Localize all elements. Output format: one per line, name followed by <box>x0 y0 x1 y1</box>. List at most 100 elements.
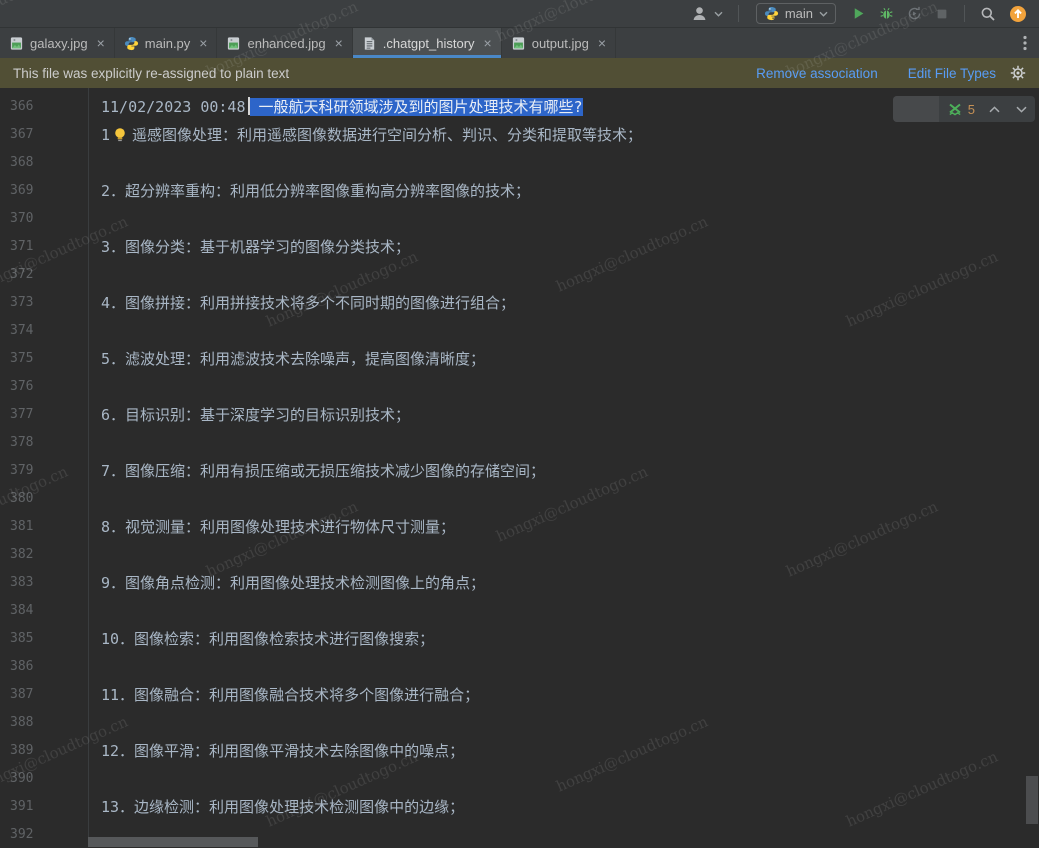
line-content: 4．图像拼接：利用拼接技术将多个不同时期的图像进行组合； <box>88 292 515 313</box>
banner-settings-button[interactable] <box>1010 65 1026 81</box>
tab-label: enhanced.jpg <box>247 36 325 51</box>
intention-bulb-icon[interactable] <box>113 127 127 143</box>
tab-label: galaxy.jpg <box>30 36 88 51</box>
editor-line[interactable]: 388 <box>0 708 1039 736</box>
main-toolbar: main <box>0 0 1039 28</box>
line-number: 389 <box>0 736 88 764</box>
editor-line[interactable]: 370 <box>0 204 1039 232</box>
editor-line[interactable]: 380 <box>0 484 1039 512</box>
editor-line[interactable]: 376 <box>0 372 1039 400</box>
user-menu-button[interactable] <box>689 4 725 23</box>
next-match-button[interactable] <box>1008 106 1035 113</box>
toolbar-separator <box>964 5 965 22</box>
debug-button[interactable] <box>877 5 896 22</box>
close-icon[interactable]: × <box>335 36 343 50</box>
line-number: 391 <box>0 792 88 820</box>
code-text: 11/02/2023 00:48 <box>101 98 246 116</box>
partial-next-line-block <box>88 837 258 847</box>
editor-line[interactable]: 3713．图像分类：基于机器学习的图像分类技术； <box>0 232 1039 260</box>
ide-update-button[interactable] <box>1007 4 1029 24</box>
editor-line[interactable]: 372 <box>0 260 1039 288</box>
code-text: 11．图像融合：利用图像融合技术将多个图像进行融合； <box>101 686 479 704</box>
editor-line[interactable]: 382 <box>0 540 1039 568</box>
search-everywhere-button[interactable] <box>978 5 998 23</box>
editor-line[interactable]: 3776．目标识别：基于深度学习的目标识别技术； <box>0 400 1039 428</box>
run-config-label: main <box>785 6 813 21</box>
tab-chatgpt_history[interactable]: .chatgpt_history × <box>353 28 502 58</box>
editor-line[interactable]: 375 5．滤波处理：利用滤波技术去除噪声，提高图像清晰度； <box>0 344 1039 372</box>
tab-enhanced-jpg[interactable]: enhanced.jpg × <box>217 28 352 58</box>
editor-line[interactable]: 387 11．图像融合：利用图像融合技术将多个图像进行融合； <box>0 680 1039 708</box>
python-icon <box>764 6 779 21</box>
code-text: 10．图像检索：利用图像检索技术进行图像搜索； <box>101 630 434 648</box>
tab-output-jpg[interactable]: output.jpg× <box>502 28 616 58</box>
tab-galaxy-jpg[interactable]: galaxy.jpg × <box>0 28 115 58</box>
editor-line[interactable]: 36611/02/2023 00:48 一般航天科研领域涉及到的图片处理技术有哪… <box>0 92 1039 120</box>
line-content: 1遥感图像处理：利用遥感图像数据进行空间分析、判识、分类和提取等技术； <box>88 124 642 145</box>
code-text: 5．滤波处理：利用滤波技术去除噪声，提高图像清晰度； <box>101 350 485 368</box>
tab-label: .chatgpt_history <box>383 36 475 51</box>
matches-icon <box>939 101 965 117</box>
code-text: 4．图像拼接：利用拼接技术将多个不同时期的图像进行组合； <box>101 294 515 312</box>
editor-line[interactable]: 3797．图像压缩：利用有损压缩或无损压缩技术减少图像的存储空间； <box>0 456 1039 484</box>
line-content: 3．图像分类：基于机器学习的图像分类技术； <box>88 236 410 257</box>
code-text: 6．目标识别：基于深度学习的目标识别技术； <box>101 406 410 424</box>
code-text: 7．图像压缩：利用有损压缩或无损压缩技术减少图像的存储空间； <box>101 462 545 480</box>
line-number: 374 <box>0 316 88 344</box>
close-icon[interactable]: × <box>199 36 207 50</box>
stop-button[interactable] <box>933 6 951 22</box>
editor-line[interactable]: 369 2．超分辨率重构：利用低分辨率图像重构高分辨率图像的技术； <box>0 176 1039 204</box>
code-text: 8．视觉测量：利用图像处理技术进行物体尺寸测量； <box>101 518 455 536</box>
scrollbar-thumb[interactable] <box>1026 776 1038 824</box>
editor-line[interactable]: 3671遥感图像处理：利用遥感图像数据进行空间分析、判识、分类和提取等技术； <box>0 120 1039 148</box>
close-icon[interactable]: × <box>97 36 105 50</box>
editor-line[interactable]: 390 <box>0 764 1039 792</box>
line-number: 385 <box>0 624 88 652</box>
chevron-down-icon <box>1016 106 1027 113</box>
tabs-more-button[interactable] <box>1011 28 1039 58</box>
line-number: 375 <box>0 344 88 372</box>
edit-file-types-link[interactable]: Edit File Types <box>908 66 996 81</box>
editor-line[interactable]: 378 <box>0 428 1039 456</box>
gear-icon <box>1010 65 1026 81</box>
line-content: 11/02/2023 00:48 一般航天科研领域涉及到的图片处理技术有哪些? <box>88 96 583 117</box>
editor-line[interactable]: 374 <box>0 316 1039 344</box>
line-number: 384 <box>0 596 88 624</box>
editor-line[interactable]: 3818．视觉测量：利用图像处理技术进行物体尺寸测量； <box>0 512 1039 540</box>
line-number: 376 <box>0 372 88 400</box>
run-config-selector[interactable]: main <box>756 3 836 24</box>
previous-match-button[interactable] <box>981 106 1008 113</box>
editor-line[interactable]: 368 <box>0 148 1039 176</box>
line-number: 386 <box>0 652 88 680</box>
remove-association-link[interactable]: Remove association <box>756 66 878 81</box>
chevron-down-icon <box>819 11 828 17</box>
close-icon[interactable]: × <box>598 36 606 50</box>
editor-line[interactable]: 386 <box>0 652 1039 680</box>
profile-button[interactable] <box>905 5 924 22</box>
editor-line[interactable]: 38912．图像平滑：利用图像平滑技术去除图像中的噪点； <box>0 736 1039 764</box>
tab-main-py[interactable]: main.py× <box>115 28 218 58</box>
line-number: 369 <box>0 176 88 204</box>
line-number: 366 <box>0 92 88 120</box>
editor-line[interactable]: 3839．图像角点检测：利用图像处理技术检测图像上的角点； <box>0 568 1039 596</box>
chevron-up-icon <box>989 106 1000 113</box>
run-button[interactable] <box>849 5 868 22</box>
line-content: 8．视觉测量：利用图像处理技术进行物体尺寸测量； <box>88 516 455 537</box>
code-text: 2．超分辨率重构：利用低分辨率图像重构高分辨率图像的技术； <box>101 182 530 200</box>
line-number: 378 <box>0 428 88 456</box>
editor-line[interactable]: 385 10．图像检索：利用图像检索技术进行图像搜索； <box>0 624 1039 652</box>
editor-pane[interactable]: 36611/02/2023 00:48 一般航天科研领域涉及到的图片处理技术有哪… <box>0 88 1039 847</box>
line-content: 2．超分辨率重构：利用低分辨率图像重构高分辨率图像的技术； <box>88 180 530 201</box>
line-content: 11．图像融合：利用图像融合技术将多个图像进行融合； <box>88 684 479 705</box>
line-number: 387 <box>0 680 88 708</box>
editor-line[interactable]: 384 <box>0 596 1039 624</box>
code-text: 9．图像角点检测：利用图像处理技术检测图像上的角点； <box>101 574 485 592</box>
editor-line[interactable]: 39113．边缘检测：利用图像处理技术检测图像中的边缘； <box>0 792 1039 820</box>
text-file-icon <box>362 36 377 51</box>
stop-icon <box>935 7 949 21</box>
matches-widget-panel <box>893 96 939 122</box>
close-icon[interactable]: × <box>484 36 492 50</box>
editor-line[interactable]: 3734．图像拼接：利用拼接技术将多个不同时期的图像进行组合； <box>0 288 1039 316</box>
line-content: 7．图像压缩：利用有损压缩或无损压缩技术减少图像的存储空间； <box>88 460 545 481</box>
code-text: 3．图像分类：基于机器学习的图像分类技术； <box>101 238 410 256</box>
